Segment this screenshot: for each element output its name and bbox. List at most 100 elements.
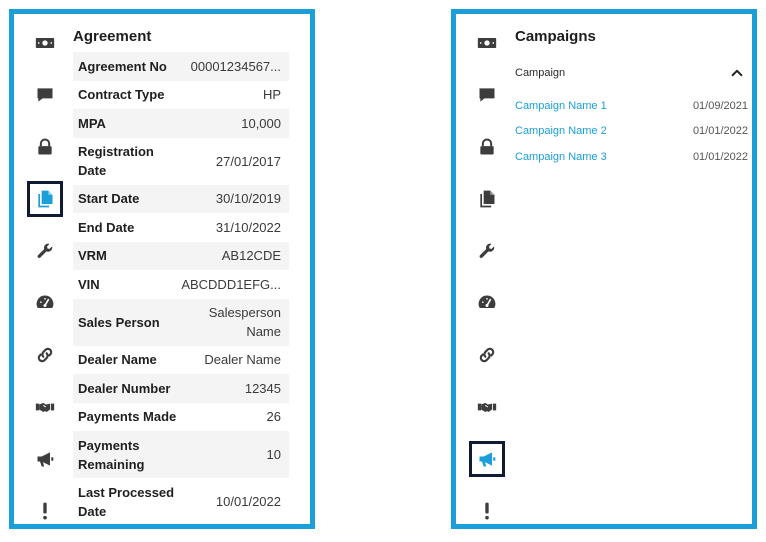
table-row: Sales Person Salesperson Name (73, 298, 289, 346)
row-value: AB12CDE (221, 248, 281, 264)
side-rail (456, 14, 514, 524)
rail-item-lock[interactable] (469, 129, 505, 165)
campaign-date: 01/01/2022 (692, 125, 748, 138)
documents-icon (477, 189, 497, 209)
list-item: Campaign Name 3 01/01/2022 (515, 144, 748, 170)
chat-icon (35, 85, 55, 105)
rail-item-chat[interactable] (27, 77, 63, 113)
campaign-link[interactable]: Campaign Name 3 (515, 151, 607, 163)
chevron-up-icon[interactable] (729, 65, 745, 81)
speedometer-icon (35, 293, 55, 313)
link-icon (477, 345, 497, 365)
rail-item-wrench[interactable] (469, 233, 505, 269)
rail-item-exclamation[interactable] (469, 493, 505, 529)
row-value: ABCDDD1EFG... (181, 276, 281, 292)
row-value: Salesperson Name (208, 305, 281, 339)
side-rail (14, 14, 72, 524)
speedometer-icon (477, 293, 497, 313)
rail-item-link[interactable] (469, 337, 505, 373)
panel-title: Agreement (73, 28, 152, 45)
row-label: End Date (78, 219, 135, 235)
rail-item-exclamation[interactable] (27, 493, 63, 529)
row-value: 26 (266, 409, 281, 425)
agreement-table: Agreement No 00001234567... Contract Type H… (73, 52, 289, 525)
rail-item-link[interactable] (27, 337, 63, 373)
row-label: Agreement No (78, 58, 167, 74)
campaign-link[interactable]: Campaign Name 2 (515, 125, 607, 137)
row-value: 10/01/2022 (215, 494, 281, 509)
rail-item-chat[interactable] (469, 77, 505, 113)
rail-item-megaphone[interactable] (27, 441, 63, 477)
list-item: Campaign Name 2 01/01/2022 (515, 119, 748, 145)
rail-item-documents[interactable] (27, 181, 63, 217)
table-row: Dealer Name Dealer Name (73, 346, 289, 375)
exclamation-icon (477, 501, 497, 521)
row-value: 30/10/2019 (215, 191, 281, 207)
row-value: HP (262, 87, 281, 103)
rail-item-speedometer[interactable] (469, 285, 505, 321)
campaign-date: 01/01/2022 (692, 150, 748, 163)
table-row: Registration Date 27/01/2017 (73, 138, 289, 185)
row-label: Dealer Name (78, 352, 157, 368)
row-label: Payments Made (78, 409, 177, 425)
link-icon (35, 345, 55, 365)
table-row: MPA 10,000 (73, 109, 289, 138)
list-item: Campaign Name 1 01/09/2021 (515, 93, 748, 119)
table-row: Last Processed Date 10/01/2022 (73, 478, 289, 525)
row-label: Payments Remaining (78, 437, 145, 472)
money-icon (35, 33, 55, 53)
table-row: Payments Made 26 (73, 403, 289, 432)
row-label: Start Date (78, 191, 140, 207)
rail-item-documents[interactable] (469, 181, 505, 217)
table-row: Dealer Number 12345 (73, 374, 289, 403)
row-value: 31/10/2022 (215, 219, 281, 235)
handshake-icon (35, 397, 55, 417)
lock-icon (35, 137, 55, 157)
rail-item-speedometer[interactable] (27, 285, 63, 321)
row-value: 00001234567... (190, 58, 281, 74)
documents-icon (35, 189, 55, 209)
table-row: VIN ABCDDD1EFG... (73, 270, 289, 299)
row-value: 12345 (244, 380, 281, 396)
row-value: 27/01/2017 (215, 153, 281, 169)
row-label: Last Processed Date (78, 484, 175, 519)
campaigns-panel: Campaigns Campaign Campaign Name 1 01/09/… (451, 9, 757, 529)
row-label: Registration Date (78, 144, 154, 178)
megaphone-icon (35, 449, 55, 469)
row-value: 10,000 (241, 115, 281, 131)
table-row: VRM AB12CDE (73, 241, 289, 270)
row-value: Dealer Name (204, 352, 281, 368)
lock-icon (477, 137, 497, 157)
rail-item-wrench[interactable] (27, 233, 63, 269)
rail-item-money[interactable] (27, 25, 63, 61)
wrench-icon (477, 241, 497, 261)
row-label: Contract Type (78, 87, 165, 103)
campaign-link[interactable]: Campaign Name 1 (515, 100, 607, 112)
row-value: 10 (266, 447, 281, 462)
table-row: End Date 31/10/2022 (73, 213, 289, 242)
row-label: MPA (78, 115, 106, 131)
rail-item-handshake[interactable] (469, 389, 505, 425)
rail-item-handshake[interactable] (27, 389, 63, 425)
table-row: Start Date 30/10/2019 (73, 184, 289, 213)
campaign-list: Campaign Name 1 01/09/2021 Campaign Name 2… (515, 93, 748, 170)
campaign-section-header[interactable]: Campaign (515, 64, 745, 82)
table-row: Payments Remaining 10 (73, 431, 289, 478)
rail-item-lock[interactable] (27, 129, 63, 165)
campaign-section-label: Campaign (515, 67, 566, 79)
row-label: VRM (78, 248, 107, 264)
megaphone-icon (477, 449, 497, 469)
wrench-icon (35, 241, 55, 261)
row-label: Sales Person (78, 314, 160, 330)
rail-item-megaphone[interactable] (469, 441, 505, 477)
rail-item-money[interactable] (469, 25, 505, 61)
row-label: Dealer Number (78, 380, 171, 396)
chat-icon (477, 85, 497, 105)
money-icon (477, 33, 497, 53)
table-row: Agreement No 00001234567... (73, 52, 289, 81)
table-row: Contract Type HP (73, 81, 289, 110)
campaign-date: 01/09/2021 (692, 99, 748, 112)
handshake-icon (477, 397, 497, 417)
exclamation-icon (35, 501, 55, 521)
agreement-panel: Agreement Agreement No 00001234567... Cont… (9, 9, 315, 529)
